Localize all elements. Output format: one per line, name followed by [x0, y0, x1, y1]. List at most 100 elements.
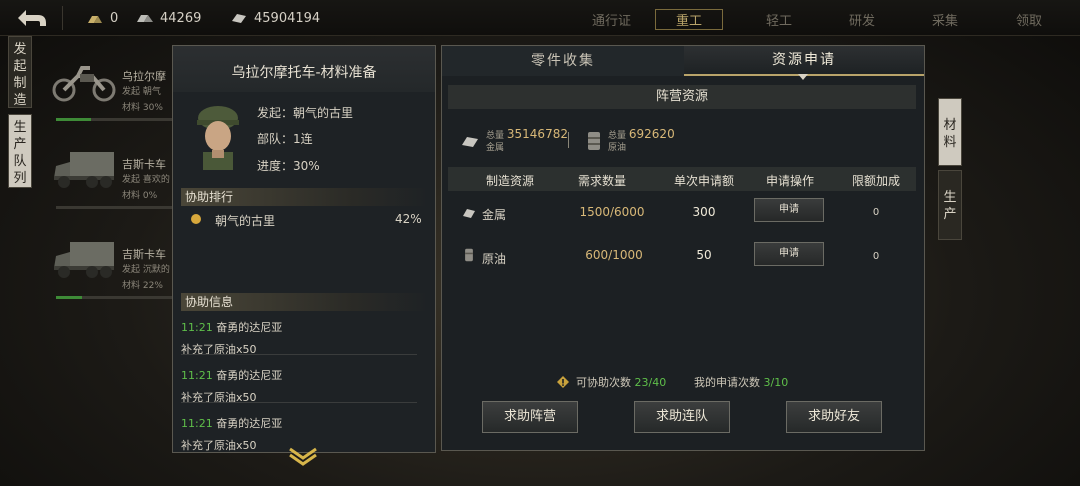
row-resource-name: 金属 — [482, 208, 507, 222]
item-title: 乌拉尔摩 — [122, 70, 166, 83]
oil-barrel-icon — [588, 132, 600, 150]
initiator-row: 发起：朝气的古里 — [257, 104, 353, 121]
feed-name: 奋勇的达尼亚 — [216, 369, 283, 382]
gold-bars-icon — [88, 16, 102, 23]
total-label: 总量 — [486, 131, 505, 141]
gold-medal-icon — [191, 214, 201, 224]
row-bonus: 0 — [872, 251, 880, 262]
tab-initiate-production[interactable]: 发起制造 — [8, 36, 32, 108]
progress-label: 进度： — [257, 159, 294, 173]
help-friends-button[interactable]: 求助好友 — [786, 401, 882, 433]
table-row: 原油 600/1000 50 申请 0 — [448, 240, 916, 274]
item-title: 吉斯卡车 — [122, 248, 166, 261]
help-company-button[interactable]: 求助连队 — [634, 401, 730, 433]
item-initiator: 发起 喜欢的 — [122, 175, 170, 185]
truck-icon — [54, 242, 114, 278]
row-demand: 600/1000 — [585, 248, 643, 262]
gold-value: 0 — [110, 10, 119, 26]
tab-production-queue[interactable]: 生产队列 — [8, 114, 32, 188]
progress-fill — [56, 118, 92, 121]
item-material: 材料 30% — [122, 103, 163, 113]
item-title: 吉斯卡车 — [122, 158, 166, 171]
back-arrow-icon[interactable] — [14, 6, 50, 30]
feed-time: 11:21 — [181, 417, 213, 430]
row-demand: 1500/6000 — [579, 205, 645, 219]
assist-popup: 乌拉尔摩托车-材料准备 发起：朝气的古里 部队：1连 进度：30% 协助排行 朝… — [172, 45, 436, 453]
item-initiator: 发起 朝气 — [122, 87, 161, 97]
top-bar: 0 44269 45904194 通行证 重工 轻工 研发 采集 领取 — [0, 0, 1080, 36]
tab-parts-collection[interactable]: 零件收集 — [442, 46, 684, 76]
rank-header: 协助排行 — [181, 188, 429, 206]
resource-request-panel: 零件收集 资源申请 阵营资源 总量 35146782 金属 总量 692620 … — [441, 45, 925, 451]
total-metal: 总量 35146782 金属 — [460, 128, 568, 154]
warning-icon — [557, 376, 569, 388]
tab-materials[interactable]: 材料 — [938, 98, 962, 166]
feed-divider — [181, 354, 417, 355]
feed-entry: 11:21 奋勇的达尼亚 补充了原油x50 — [181, 367, 419, 405]
scroll-down-chevron-icon[interactable] — [288, 446, 318, 466]
col-bonus: 限额加成 — [851, 174, 900, 188]
oil-barrel-icon — [465, 248, 473, 262]
nav-pass[interactable]: 通行证 — [592, 10, 631, 29]
divider — [568, 132, 569, 148]
steel-value: 44269 — [160, 10, 202, 26]
row-bonus: 0 — [872, 207, 880, 218]
unit-value: 1连 — [293, 132, 313, 146]
row-per-request: 300 — [692, 205, 716, 219]
list-item[interactable]: 吉斯卡车 发起 沉默的 材料 22% — [52, 230, 174, 310]
info-header: 协助信息 — [181, 293, 429, 311]
rank-name: 朝气的古里 — [215, 214, 276, 228]
progress-value: 30% — [293, 159, 320, 173]
nav-gather[interactable]: 采集 — [932, 10, 958, 29]
assist-count: 可协助次数 23/40 — [576, 374, 666, 390]
nav-light-industry[interactable]: 轻工 — [766, 10, 792, 29]
total-oil-name: 原油 — [608, 143, 627, 153]
nav-research[interactable]: 研发 — [849, 10, 875, 29]
table-row: 金属 1500/6000 300 申请 0 — [448, 196, 916, 230]
progress-fill — [56, 296, 82, 299]
metal-value: 45904194 — [254, 10, 321, 26]
col-resource: 制造资源 — [485, 174, 534, 188]
metal-icon — [463, 209, 475, 218]
list-item[interactable]: 吉斯卡车 发起 喜欢的 材料 0% — [52, 140, 174, 220]
initiator-value: 朝气的古里 — [293, 106, 354, 120]
popup-header: 乌拉尔摩托车-材料准备 — [173, 46, 435, 92]
truck-icon — [54, 152, 114, 188]
tab-production[interactable]: 生产 — [938, 170, 962, 240]
feed-time: 11:21 — [181, 321, 213, 334]
item-material: 材料 0% — [122, 191, 158, 201]
row-resource-name: 原油 — [482, 252, 507, 266]
col-action: 申请操作 — [765, 174, 814, 188]
assist-count-value: 23/40 — [634, 376, 667, 389]
my-request-value: 3/10 — [763, 376, 789, 389]
nav-claim[interactable]: 领取 — [1016, 10, 1042, 29]
feed-entry: 11:21 奋勇的达尼亚 补充了原油x50 — [181, 319, 419, 357]
tab-resource-request[interactable]: 资源申请 — [684, 46, 924, 76]
nav-heavy-industry[interactable]: 重工 — [655, 9, 724, 30]
resource-gold: 0 — [86, 9, 118, 27]
help-camp-button[interactable]: 求助阵营 — [482, 401, 578, 433]
col-per-request: 单次申请额 — [673, 174, 734, 188]
my-request-label: 我的申请次数 — [694, 376, 760, 389]
divider — [62, 6, 63, 30]
my-request-count: 我的申请次数 3/10 — [694, 374, 788, 390]
request-button[interactable]: 申请 — [754, 242, 824, 266]
metal-icon — [462, 137, 478, 147]
camp-resources-header: 阵营资源 — [448, 85, 916, 109]
list-item[interactable]: 乌拉尔摩 发起 朝气 材料 30% — [52, 52, 174, 132]
feed-divider — [181, 402, 417, 403]
steel-ingots-icon — [137, 15, 153, 22]
total-oil-value: 692620 — [628, 127, 675, 141]
item-progress-bar — [56, 206, 174, 209]
soldier-avatar-icon — [197, 106, 239, 170]
feed-time: 11:21 — [181, 369, 213, 382]
feed-name: 奋勇的达尼亚 — [216, 417, 283, 430]
resource-metal: 45904194 — [230, 9, 320, 27]
popup-title: 乌拉尔摩托车-材料准备 — [231, 65, 377, 81]
request-button[interactable]: 申请 — [754, 198, 824, 222]
total-metal-name: 金属 — [486, 143, 505, 153]
initiator-label: 发起： — [257, 106, 294, 120]
unit-label: 部队： — [257, 132, 294, 146]
item-progress-bar — [56, 296, 174, 299]
col-demand: 需求数量 — [577, 174, 626, 188]
